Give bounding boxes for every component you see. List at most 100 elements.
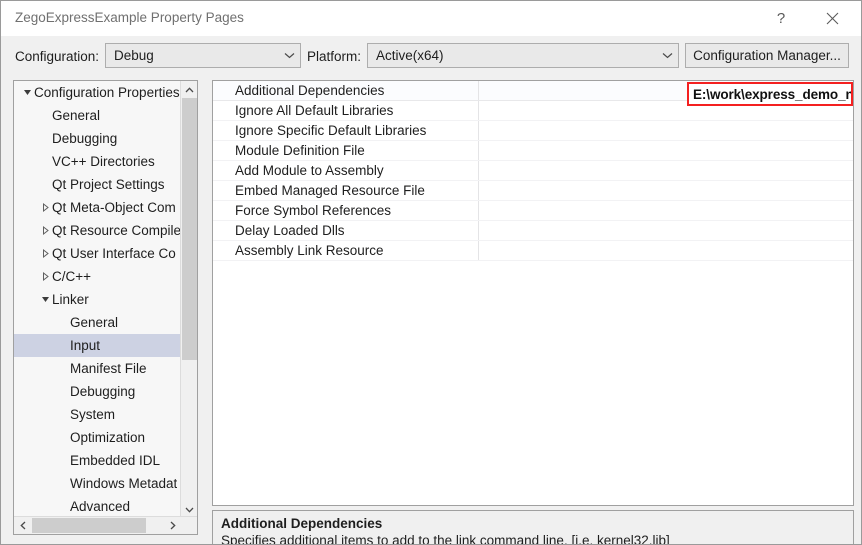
scroll-right-button[interactable] (164, 517, 181, 534)
additional-dependencies-value-highlight[interactable]: E:\work\express_demo_native\src\video\qt… (687, 82, 853, 106)
tree-item-qt-resource-compile[interactable]: Qt Resource Compile (14, 219, 182, 242)
property-name: Force Symbol References (213, 201, 479, 220)
tree-item-label: Qt Project Settings (52, 177, 165, 192)
tree-item-label: VC++ Directories (52, 154, 155, 169)
tree-item-label: Qt Resource Compile (52, 223, 182, 238)
tree-item-linker[interactable]: Linker (14, 288, 182, 311)
configuration-label: Configuration: (15, 49, 100, 64)
property-grid[interactable]: Additional Dependencies Ignore All Defaul… (212, 80, 854, 506)
property-value[interactable] (479, 161, 853, 180)
chevron-down-icon (278, 52, 300, 59)
platform-value: Active(x64) (376, 48, 444, 63)
configuration-manager-button[interactable]: Configuration Manager... (685, 43, 849, 68)
tree-item-general[interactable]: General (14, 104, 182, 127)
property-value[interactable] (479, 181, 853, 200)
chevron-down-icon (656, 52, 678, 59)
tree-item-windows-metadat[interactable]: Windows Metadat (14, 472, 182, 495)
scroll-left-button[interactable] (14, 517, 31, 534)
property-name: Assembly Link Resource (213, 241, 479, 260)
tree-horizontal-scroll-thumb[interactable] (32, 518, 146, 533)
property-name: Add Module to Assembly (213, 161, 479, 180)
tree-item-label: Input (70, 338, 101, 353)
tree-item-embedded-idl[interactable]: Embedded IDL (14, 449, 182, 472)
property-name: Ignore Specific Default Libraries (213, 121, 479, 140)
triangle-down-icon[interactable] (20, 81, 34, 104)
tree-item-vc-directories[interactable]: VC++ Directories (14, 150, 182, 173)
property-value[interactable] (479, 121, 853, 140)
tree-item-label: General (70, 315, 119, 330)
help-button[interactable]: ? (758, 1, 804, 35)
chevron-right-icon (170, 521, 176, 530)
triangle-right-icon[interactable] (38, 265, 52, 288)
close-icon (826, 12, 838, 24)
tree-item-qt-project-settings[interactable]: Qt Project Settings (14, 173, 182, 196)
property-value[interactable] (479, 141, 853, 160)
tree-item-qt-meta-object-com[interactable]: Qt Meta-Object Com (14, 196, 182, 219)
platform-dropdown[interactable]: Active(x64) (367, 43, 679, 68)
property-row[interactable]: Add Module to Assembly (213, 161, 853, 181)
scroll-up-button[interactable] (181, 81, 197, 98)
scrollbar-corner (181, 517, 197, 534)
tree-item-label: Debugging (70, 384, 136, 399)
tree-item-configuration-properties[interactable]: Configuration Properties (14, 81, 182, 104)
property-value[interactable] (479, 201, 853, 220)
property-row[interactable]: Ignore Specific Default Libraries (213, 121, 853, 141)
tree-item-system[interactable]: System (14, 403, 182, 426)
property-row[interactable]: Module Definition File (213, 141, 853, 161)
property-row[interactable]: Embed Managed Resource File (213, 181, 853, 201)
tree-item-label: System (70, 407, 116, 422)
chevron-left-icon (19, 521, 25, 530)
triangle-right-icon[interactable] (38, 242, 52, 265)
property-grid-rows: Additional Dependencies Ignore All Defaul… (213, 81, 853, 261)
tree-vertical-scroll-thumb[interactable] (182, 98, 197, 360)
configuration-value: Debug (114, 48, 154, 63)
triangle-right-icon[interactable] (38, 196, 52, 219)
tree-item-manifest-file[interactable]: Manifest File (14, 357, 182, 380)
property-row[interactable]: Delay Loaded Dlls (213, 221, 853, 241)
property-row[interactable]: Force Symbol References (213, 201, 853, 221)
property-name: Embed Managed Resource File (213, 181, 479, 200)
tree-item-general[interactable]: General (14, 311, 182, 334)
property-pages-dialog: ZegoExpressExample Property Pages ? Conf… (0, 0, 862, 545)
properties-tree[interactable]: Configuration Properties General Debugging… (14, 81, 182, 534)
close-button[interactable] (809, 1, 855, 35)
configuration-bar: Configuration: Debug Platform: Active(x6… (1, 36, 861, 79)
property-value[interactable] (479, 221, 853, 240)
property-value[interactable] (479, 241, 853, 260)
tree-item-debugging[interactable]: Debugging (14, 380, 182, 403)
tree-item-label: Manifest File (70, 361, 147, 376)
title-bar: ZegoExpressExample Property Pages ? (1, 1, 861, 36)
properties-tree-panel: Configuration Properties General Debugging… (13, 80, 198, 535)
tree-item-label: General (52, 108, 101, 123)
tree-item-label: Optimization (70, 430, 146, 445)
description-text: Specifies additional items to add to the… (221, 533, 670, 545)
triangle-down-icon[interactable] (38, 288, 52, 311)
tree-item-label: Configuration Properties (34, 85, 180, 100)
triangle-right-icon[interactable] (38, 219, 52, 242)
tree-item-input[interactable]: Input (14, 334, 182, 357)
tree-item-label: C/C++ (52, 269, 92, 284)
tree-item-c-c[interactable]: C/C++ (14, 265, 182, 288)
chevron-down-icon (185, 507, 193, 513)
tree-item-label: Linker (52, 292, 89, 307)
property-grid-filler (213, 261, 853, 505)
tree-horizontal-scrollbar[interactable] (14, 516, 197, 534)
tree-item-qt-user-interface-co[interactable]: Qt User Interface Co (14, 242, 182, 265)
tree-item-debugging[interactable]: Debugging (14, 127, 182, 150)
description-panel: Additional Dependencies Specifies additi… (212, 510, 854, 545)
tree-vertical-scrollbar[interactable] (180, 81, 197, 518)
tree-item-advanced[interactable]: Advanced (14, 495, 182, 518)
tree-item-optimization[interactable]: Optimization (14, 426, 182, 449)
tree-item-label: Debugging (52, 131, 118, 146)
configuration-dropdown[interactable]: Debug (105, 43, 301, 68)
property-row[interactable]: Assembly Link Resource (213, 241, 853, 261)
